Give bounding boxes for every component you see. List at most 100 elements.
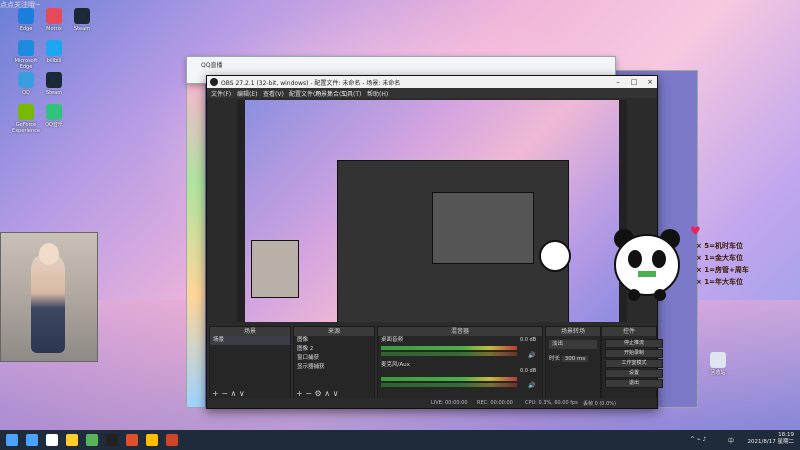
- scene-item[interactable]: 场景: [210, 336, 290, 345]
- desktop-icon-label: Steam: [73, 26, 91, 32]
- menu-item[interactable]: 文件(F): [211, 89, 231, 98]
- taskbar-app-icon[interactable]: [166, 434, 178, 446]
- status-live: LIVE: 00:00:00: [431, 400, 468, 406]
- mixer-db: 0.0 dB: [520, 337, 537, 343]
- taskbar: ^ ⌁ ♪ 中 18:19 2021/8/17 星期二: [0, 430, 800, 450]
- clock[interactable]: 18:19 2021/8/17 星期二: [748, 432, 794, 446]
- transitions-header: 场景转场: [546, 327, 600, 336]
- controls-header: 控件: [602, 327, 656, 336]
- duration-row: 时长 300 ms: [546, 355, 600, 364]
- sources-header: 来源: [294, 327, 374, 336]
- desktop-icon[interactable]: bilibili: [36, 40, 72, 64]
- heart-icon: ♥: [690, 224, 701, 238]
- menu-item[interactable]: 编辑(E): [237, 89, 257, 98]
- transition-select[interactable]: 淡出: [549, 340, 597, 349]
- desktop-icon[interactable]: Steam: [36, 72, 72, 96]
- recycle-bin-label: 回收站: [710, 370, 726, 376]
- source-item[interactable]: 显示器捕获: [294, 363, 374, 372]
- app-icon: [46, 8, 62, 24]
- minimize-icon[interactable]: –: [611, 77, 625, 87]
- app-icon: [74, 8, 90, 24]
- duration-label: 时长: [549, 356, 561, 362]
- clock-date: 2021/8/17 星期二: [747, 439, 794, 445]
- obs-preview[interactable]: [237, 100, 627, 322]
- control-button[interactable]: 退出: [605, 379, 663, 388]
- mixer-db: 0.0 dB: [520, 368, 537, 374]
- recycle-bin-icon: [710, 352, 726, 368]
- mixer-slider[interactable]: [381, 352, 517, 356]
- overlay-rows: × 5=机时车位 × 1=金大车位 × 1=房管+周车 × 1=年大车位: [696, 240, 796, 288]
- windows-start-icon[interactable]: [6, 434, 18, 446]
- taskbar-app-icon[interactable]: [106, 434, 118, 446]
- app-icon: [46, 72, 62, 88]
- status-cpu: CPU: 0.3%, 60.00 fps: [525, 400, 578, 406]
- speaker-icon[interactable]: 🔊: [528, 352, 535, 359]
- scenes-toolbar[interactable]: + − ∧ ∨: [212, 389, 245, 398]
- source-item[interactable]: 图像: [294, 336, 374, 345]
- desktop-icon-recycle-bin[interactable]: 回收站: [700, 352, 736, 376]
- app-icon: [18, 104, 34, 120]
- taskbar-app-icon[interactable]: [86, 434, 98, 446]
- lang-indicator[interactable]: 中: [728, 436, 734, 445]
- control-button[interactable]: 停止推流: [605, 339, 663, 348]
- taskbar-app-icon[interactable]: [126, 434, 138, 446]
- sources-dock: 来源 图像 图像 2 窗口捕获 显示器捕获 + − ⚙ ∧ ∨: [293, 326, 375, 400]
- mixer-channel-name: 麦克风/Aux: [381, 362, 410, 368]
- overlay-row: × 1=房管+周车: [696, 266, 749, 274]
- obs-title: OBS 27.2.1 (32-bit, windows) - 配置文件: 未命名…: [221, 80, 401, 87]
- taskbar-app-icon[interactable]: [146, 434, 158, 446]
- overlay-row: × 1=年大车位: [696, 278, 744, 286]
- sources-toolbar[interactable]: + − ⚙ ∧ ∨: [296, 389, 338, 398]
- app-icon: [46, 40, 62, 56]
- menu-item[interactable]: 查看(V): [263, 89, 284, 98]
- preview-photo: [251, 240, 299, 298]
- app-icon: [18, 72, 34, 88]
- qq-window-title: QQ直播: [201, 62, 223, 69]
- obs-logo-icon: [210, 78, 218, 86]
- mixer-slider[interactable]: [381, 383, 517, 387]
- duration-input[interactable]: 300 ms: [561, 356, 589, 362]
- mixer-meter: [381, 346, 517, 350]
- control-button[interactable]: 工作室模式: [605, 359, 663, 368]
- mixer-meter: [381, 377, 517, 381]
- taskbar-app-icon[interactable]: [46, 434, 58, 446]
- photo-figure: [31, 253, 65, 353]
- obs-titlebar[interactable]: OBS 27.2.1 (32-bit, windows) - 配置文件: 未命名…: [207, 76, 657, 88]
- mixer-channel-name: 桌面音频: [381, 337, 404, 343]
- maximize-icon[interactable]: □: [627, 77, 641, 87]
- photo-head: [39, 243, 59, 265]
- app-icon: [18, 8, 34, 24]
- control-button[interactable]: 设置: [605, 369, 663, 378]
- menu-item[interactable]: 帮助(H): [367, 89, 388, 98]
- obs-window[interactable]: OBS 27.2.1 (32-bit, windows) - 配置文件: 未命名…: [206, 75, 663, 409]
- control-button[interactable]: 开始录制: [605, 349, 663, 358]
- transitions-dock: 场景转场 淡出 时长 300 ms: [545, 326, 601, 400]
- preview-nested-window-inner: [432, 192, 534, 264]
- mixer-header: 混音器: [378, 327, 542, 336]
- taskbar-app-icon[interactable]: [66, 434, 78, 446]
- obs-statusbar: LIVE: 00:00:00 REC: 00:00:00 CPU: 0.3%, …: [207, 398, 657, 408]
- close-icon[interactable]: ×: [643, 77, 657, 87]
- taskbar-app-icon[interactable]: [26, 434, 38, 446]
- desktop-icon-label: bilibili: [46, 58, 62, 64]
- desktop-icon[interactable]: QQ音乐: [36, 104, 72, 128]
- source-item[interactable]: 窗口捕获: [294, 354, 374, 363]
- app-icon: [18, 40, 34, 56]
- menu-item[interactable]: 工具(T): [341, 89, 361, 98]
- desktop-icon-label: QQ音乐: [45, 122, 63, 128]
- overlay-row: × 5=机时车位: [696, 242, 744, 250]
- status-drop: 丢帧 0 (0.0%): [583, 401, 616, 407]
- mixer-dock: 混音器 桌面音频 0.0 dB 麦克风/Aux 0.0 dB 🔊 🔊: [377, 326, 543, 400]
- source-item[interactable]: 图像 2: [294, 345, 374, 354]
- scenes-dock: 场景 场景 + − ∧ ∨: [209, 326, 291, 400]
- panda-icon: [614, 229, 680, 301]
- desktop-icon[interactable]: Steam: [64, 8, 100, 32]
- obs-docks: 场景 场景 + − ∧ ∨ 来源 图像 图像 2 窗口捕获 显示器捕获 + − …: [207, 326, 663, 408]
- tray-icons[interactable]: ^ ⌁ ♪: [690, 436, 706, 443]
- clock-time: 18:19: [778, 432, 794, 438]
- scenes-header: 场景: [210, 327, 290, 336]
- preview-panda-icon: [539, 240, 571, 272]
- speaker-icon[interactable]: 🔊: [528, 382, 535, 389]
- window-strip: [187, 71, 205, 407]
- desktop-photo: [0, 232, 98, 362]
